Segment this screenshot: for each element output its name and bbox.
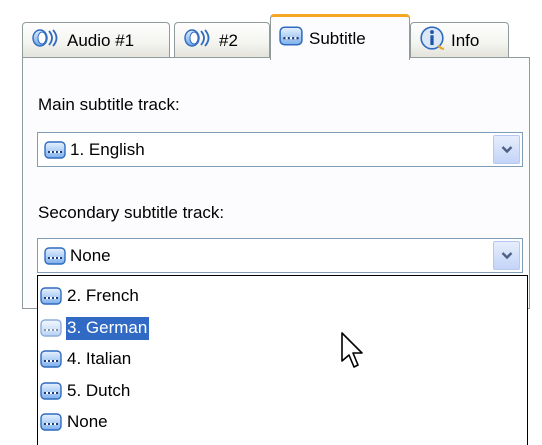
dropdown-button[interactable] [493, 135, 520, 164]
subtitle-icon [279, 25, 303, 52]
main-track-select[interactable]: 1. English [37, 132, 523, 167]
subtitle-icon [40, 412, 62, 432]
tab-label: Audio #1 [67, 30, 135, 50]
chevron-down-icon [501, 140, 513, 160]
list-item[interactable]: 4. Italian [40, 346, 133, 372]
subtitle-icon [44, 140, 66, 165]
list-item[interactable]: 3. German [40, 315, 150, 341]
chevron-down-icon [501, 246, 513, 266]
list-item[interactable]: 2. French [40, 283, 141, 309]
tab-label: Subtitle [309, 28, 366, 48]
secondary-track-value: None [70, 246, 111, 265]
subtitle-icon [40, 318, 62, 338]
subtitle-icon [44, 246, 66, 271]
list-item[interactable]: None [40, 409, 110, 435]
speaker-icon [31, 28, 61, 53]
mouse-cursor-icon [340, 331, 366, 376]
info-icon [419, 25, 445, 56]
subtitle-icon [40, 381, 62, 401]
list-item[interactable]: 5. Dutch [40, 378, 132, 404]
list-item-label: 2. French [67, 285, 139, 305]
subtitle-panel: Main subtitle track: 1. English Secondar… [22, 57, 530, 309]
list-item-label: 3. German [66, 316, 150, 340]
tab-subtitle[interactable]: Subtitle [270, 14, 410, 60]
subtitle-icon [40, 349, 62, 369]
secondary-track-label: Secondary subtitle track: [38, 203, 225, 222]
tab-label: #2 [219, 30, 238, 50]
secondary-track-select[interactable]: None [37, 238, 523, 273]
speaker-icon [183, 28, 213, 53]
subtitle-icon [40, 286, 62, 306]
tab-label: Info [451, 30, 480, 50]
tab-audio-1[interactable]: Audio #1 [22, 22, 170, 58]
main-track-value: 1. English [70, 140, 145, 159]
main-track-label: Main subtitle track: [38, 95, 180, 114]
secondary-track-dropdown-list[interactable]: 2. French 3. German 4. Italian 5. Dutch … [37, 275, 528, 445]
list-item-label: 5. Dutch [67, 380, 131, 400]
tab-audio-2[interactable]: #2 [174, 22, 270, 58]
list-item-label: 4. Italian [67, 348, 132, 368]
dropdown-button[interactable] [493, 241, 520, 270]
tab-info[interactable]: Info [410, 22, 509, 58]
list-item-label: None [67, 411, 108, 431]
